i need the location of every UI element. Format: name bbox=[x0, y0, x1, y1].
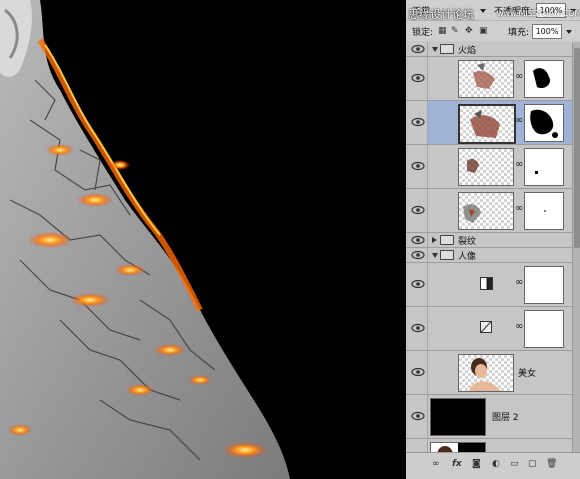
fx-icon[interactable]: fx bbox=[452, 459, 462, 469]
layer-group-cracks[interactable]: 裂纹 bbox=[406, 233, 572, 248]
layer-mask-thumbnail[interactable] bbox=[524, 266, 564, 304]
curves-adjustment-icon[interactable] bbox=[480, 321, 492, 333]
layer-row-beauty[interactable]: 美女 bbox=[406, 351, 572, 395]
scrollbar-thumb[interactable] bbox=[574, 48, 580, 248]
link-chain-icon[interactable]: ∞ bbox=[515, 321, 523, 332]
visibility-eye-icon[interactable] bbox=[411, 367, 425, 377]
link-chain-icon[interactable]: ∞ bbox=[515, 277, 523, 288]
link-chain-icon[interactable]: ∞ bbox=[515, 115, 523, 126]
layer-name: 美女 bbox=[518, 369, 537, 379]
new-layer-icon[interactable]: ▢ bbox=[528, 459, 537, 469]
expand-chevron-icon[interactable] bbox=[432, 47, 438, 52]
layer-row-flame-2[interactable]: ∞ bbox=[406, 101, 572, 145]
visibility-eye-icon[interactable] bbox=[411, 279, 425, 289]
lock-fill-row: 锁定: ▦ ✎ ✥ ▣ 填充: 100% bbox=[406, 20, 580, 41]
layer-thumbnail[interactable] bbox=[458, 192, 514, 230]
layer-list: 火焰 ∞ ∞ ∞ ∞ 裂纹 人像 ∞ ∞ 美女 图层 2 bbox=[406, 42, 572, 452]
layer-name: 人像 bbox=[458, 252, 477, 262]
link-chain-icon[interactable]: ∞ bbox=[515, 203, 523, 214]
layer-group-portrait[interactable]: 人像 bbox=[406, 248, 572, 263]
canvas-artwork[interactable] bbox=[0, 0, 406, 479]
lock-transparent-icon[interactable]: ▦ bbox=[438, 26, 447, 36]
watermark-text: 思缘设计论坛 bbox=[408, 8, 474, 21]
folder-icon bbox=[440, 235, 454, 245]
layer-mask-thumbnail[interactable] bbox=[524, 192, 564, 230]
layer-mask-thumbnail[interactable] bbox=[524, 60, 564, 98]
layer-thumbnail[interactable] bbox=[430, 442, 486, 452]
layer-mask-thumbnail[interactable] bbox=[524, 104, 564, 142]
visibility-eye-icon[interactable] bbox=[411, 323, 425, 333]
folder-icon bbox=[440, 44, 454, 54]
visibility-eye-icon[interactable] bbox=[411, 44, 425, 54]
layer-row-flame-4[interactable]: ∞ bbox=[406, 189, 572, 233]
cracked-skin-artwork bbox=[0, 0, 406, 479]
layer-row-layer2[interactable]: 图层 2 bbox=[406, 395, 572, 439]
lock-all-icon[interactable]: ▣ bbox=[479, 26, 488, 36]
layer-row-flame-1[interactable]: ∞ bbox=[406, 57, 572, 101]
watermark-url: www.MISSYUAN.COM bbox=[497, 9, 580, 18]
link-layers-icon[interactable]: ∞ bbox=[432, 459, 440, 469]
expand-chevron-icon[interactable] bbox=[432, 237, 437, 243]
link-chain-icon[interactable]: ∞ bbox=[515, 71, 523, 82]
layers-scrollbar[interactable] bbox=[572, 42, 580, 452]
layer-group-flame[interactable]: 火焰 bbox=[406, 42, 572, 57]
link-chain-icon[interactable]: ∞ bbox=[515, 159, 523, 170]
layer-name: 火焰 bbox=[458, 46, 477, 56]
layer-name: 图层 2 bbox=[492, 413, 519, 423]
layer-thumbnail[interactable] bbox=[430, 398, 486, 436]
lock-label: 锁定: bbox=[412, 28, 434, 38]
expand-chevron-icon[interactable] bbox=[432, 253, 438, 258]
lock-pixels-icon[interactable]: ✎ bbox=[451, 26, 459, 36]
visibility-eye-icon[interactable] bbox=[411, 250, 425, 260]
lock-position-icon[interactable]: ✥ bbox=[465, 26, 473, 36]
layer-row-flame-3[interactable]: ∞ bbox=[406, 145, 572, 189]
fill-label: 填充: bbox=[508, 28, 530, 38]
visibility-eye-icon[interactable] bbox=[411, 117, 425, 127]
layer-name: 裂纹 bbox=[458, 237, 477, 247]
visibility-eye-icon[interactable] bbox=[411, 205, 425, 215]
layer-mask-thumbnail[interactable] bbox=[524, 148, 564, 186]
add-mask-icon[interactable]: ◙ bbox=[472, 459, 481, 469]
blend-mode-dropdown-icon[interactable] bbox=[480, 9, 486, 13]
visibility-eye-icon[interactable] bbox=[411, 411, 425, 421]
layer-thumbnail[interactable] bbox=[458, 104, 516, 144]
layers-bottom-toolbar: ∞ fx ◙ ◐ ▭ ▢ 🗑 bbox=[406, 452, 580, 479]
visibility-eye-icon[interactable] bbox=[411, 73, 425, 83]
visibility-eye-icon[interactable] bbox=[411, 235, 425, 245]
fill-dropdown-icon[interactable] bbox=[566, 30, 572, 34]
delete-layer-icon[interactable]: 🗑 bbox=[546, 459, 557, 469]
visibility-eye-icon[interactable] bbox=[411, 161, 425, 171]
adjustment-layer-icon[interactable]: ◐ bbox=[492, 459, 500, 469]
layer-row-curves-adjustment[interactable]: ∞ bbox=[406, 307, 572, 351]
fill-input[interactable]: 100% bbox=[532, 24, 562, 39]
layer-thumbnail[interactable] bbox=[458, 354, 514, 392]
layer-thumbnail[interactable] bbox=[458, 148, 514, 186]
new-group-icon[interactable]: ▭ bbox=[510, 459, 519, 469]
layer-row-levels-adjustment[interactable]: ∞ bbox=[406, 263, 572, 307]
folder-icon bbox=[440, 250, 454, 260]
layer-thumbnail[interactable] bbox=[458, 60, 514, 98]
layer-row-background[interactable]: 背景 bbox=[406, 439, 572, 452]
levels-adjustment-icon[interactable] bbox=[480, 277, 493, 290]
layer-mask-thumbnail[interactable] bbox=[524, 310, 564, 348]
layers-panel: 正常 不透明度: 100% 锁定: ▦ ✎ ✥ ▣ 填充: 100% 火焰 ∞ … bbox=[406, 0, 580, 479]
